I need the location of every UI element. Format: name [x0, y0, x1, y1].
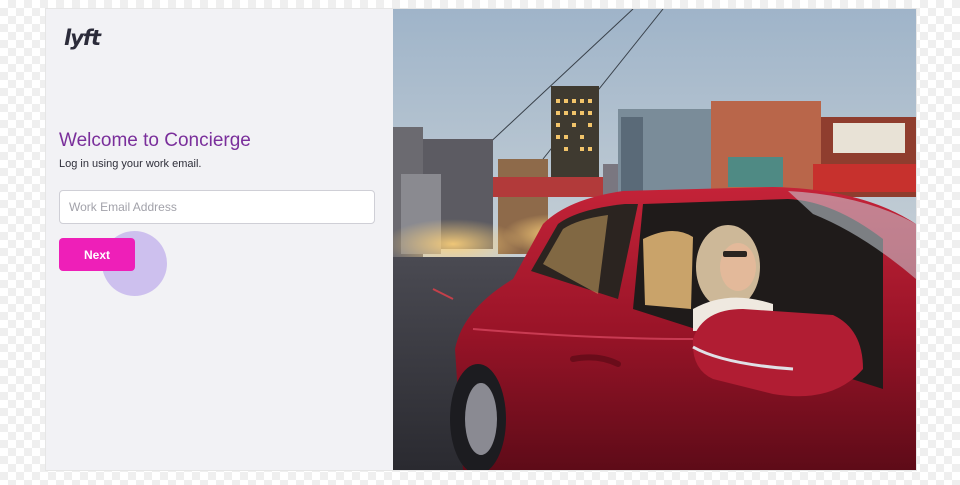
hero-photo	[393, 9, 916, 470]
work-email-input[interactable]	[59, 190, 375, 224]
login-window: lyft Welcome to Concierge Log in using y…	[46, 9, 916, 470]
lyft-logo: lyft	[64, 26, 101, 50]
page-subtitle: Log in using your work email.	[59, 158, 202, 170]
login-panel: lyft Welcome to Concierge Log in using y…	[46, 9, 393, 470]
page-title: Welcome to Concierge	[59, 130, 251, 151]
next-button[interactable]: Next	[59, 238, 135, 271]
